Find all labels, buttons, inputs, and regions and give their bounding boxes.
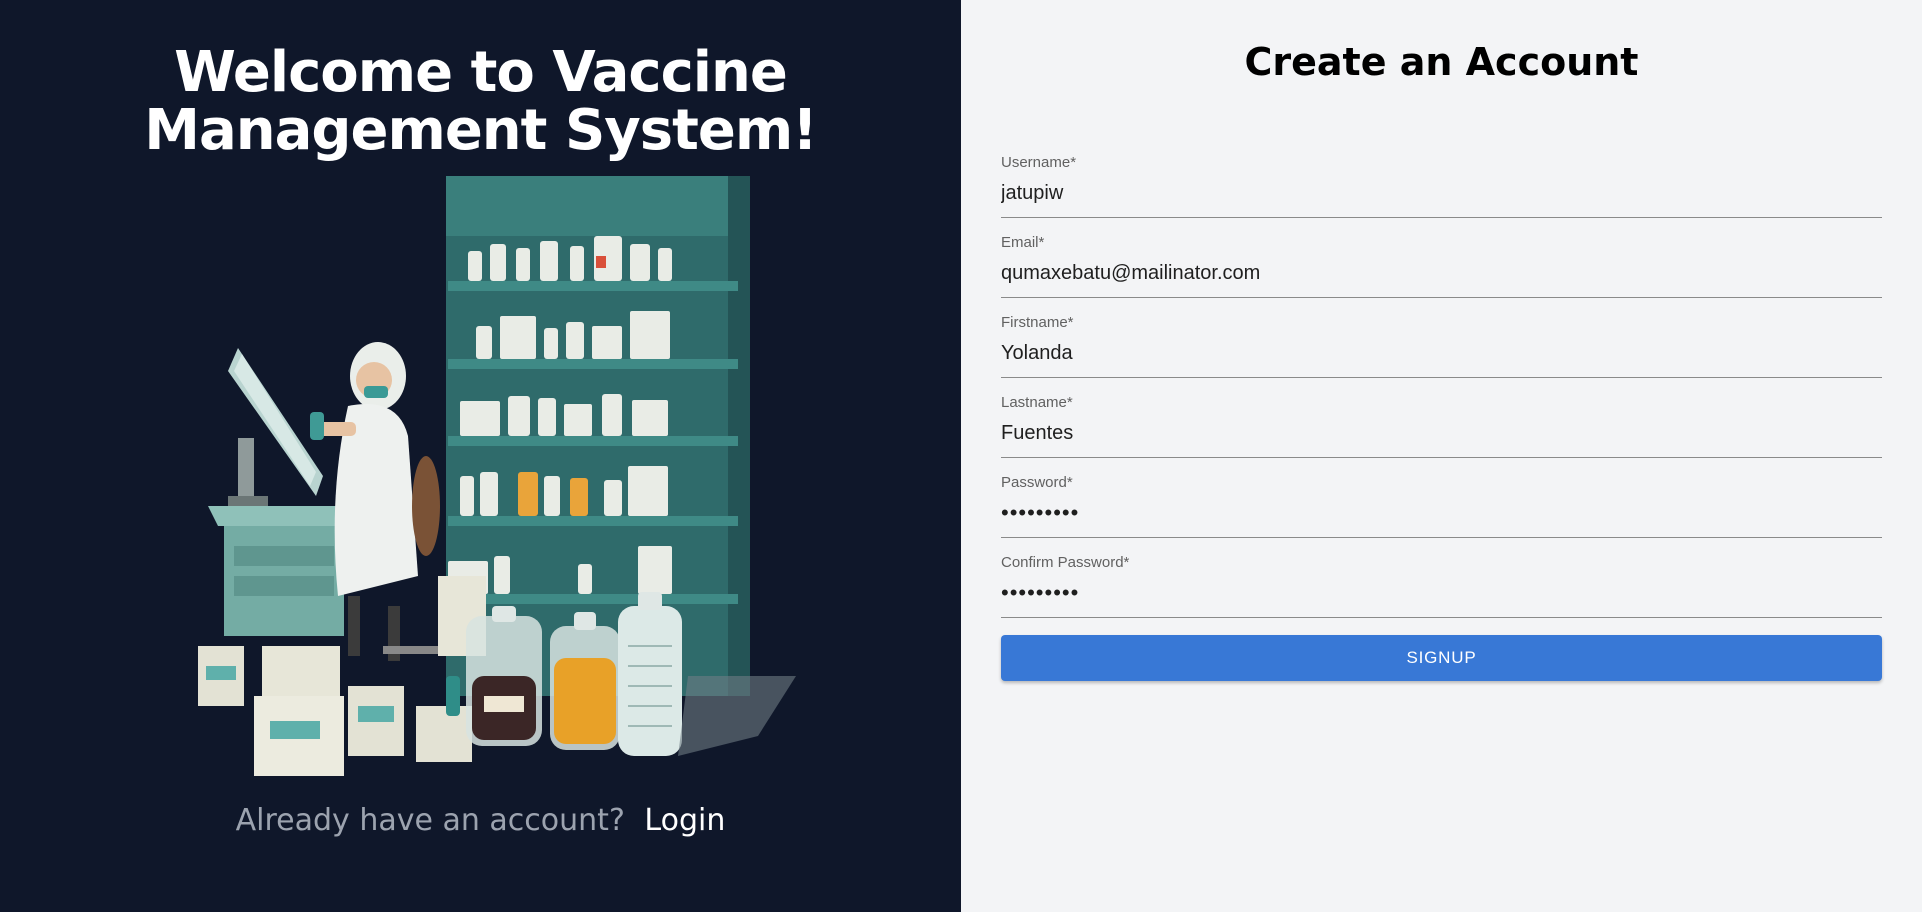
- username-field: Username*: [1001, 154, 1882, 218]
- confirm-password-field: Confirm Password*: [1001, 554, 1882, 618]
- signup-button[interactable]: SIGNUP: [1001, 635, 1882, 681]
- firstname-input[interactable]: [1001, 336, 1882, 370]
- password-input[interactable]: [1001, 496, 1882, 530]
- lastname-input[interactable]: [1001, 416, 1882, 450]
- password-field: Password*: [1001, 474, 1882, 538]
- signup-panel: Create an Account Username* Email* First…: [961, 0, 1922, 912]
- firstname-field: Firstname*: [1001, 314, 1882, 378]
- firstname-label: Firstname*: [1001, 314, 1074, 331]
- pharmacist-illustration: [198, 176, 796, 776]
- login-prompt: Already have an account? Login: [0, 800, 961, 842]
- welcome-line-2: Management System!: [144, 98, 818, 163]
- welcome-line-1: Welcome to Vaccine: [174, 40, 788, 105]
- login-link[interactable]: Login: [644, 803, 725, 838]
- username-label: Username*: [1001, 154, 1077, 171]
- lastname-label: Lastname*: [1001, 394, 1073, 411]
- password-label: Password*: [1001, 474, 1073, 491]
- form-title: Create an Account: [1244, 40, 1639, 84]
- email-input[interactable]: [1001, 256, 1882, 290]
- welcome-panel: Welcome to Vaccine Management System! Al…: [0, 0, 961, 912]
- welcome-heading: Welcome to Vaccine Management System!: [0, 44, 961, 160]
- lastname-field: Lastname*: [1001, 394, 1882, 458]
- already-have-account-text: Already have an account?: [235, 803, 625, 838]
- confirm-password-input[interactable]: [1001, 576, 1882, 610]
- confirm-password-label: Confirm Password*: [1001, 554, 1130, 571]
- email-field: Email*: [1001, 234, 1882, 298]
- username-input[interactable]: [1001, 176, 1882, 210]
- email-label: Email*: [1001, 234, 1045, 251]
